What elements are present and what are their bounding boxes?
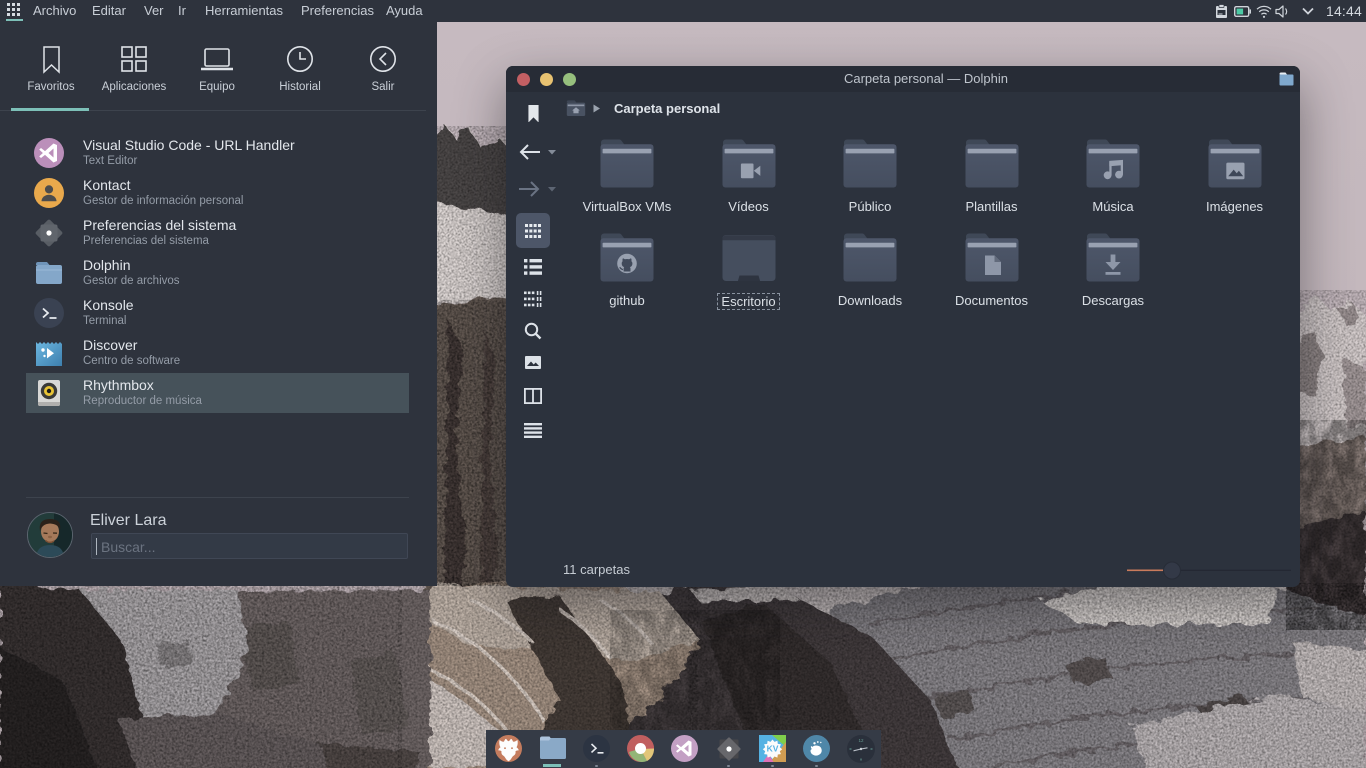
svg-text:12: 12	[858, 738, 864, 743]
svg-text:KV: KV	[767, 744, 779, 754]
